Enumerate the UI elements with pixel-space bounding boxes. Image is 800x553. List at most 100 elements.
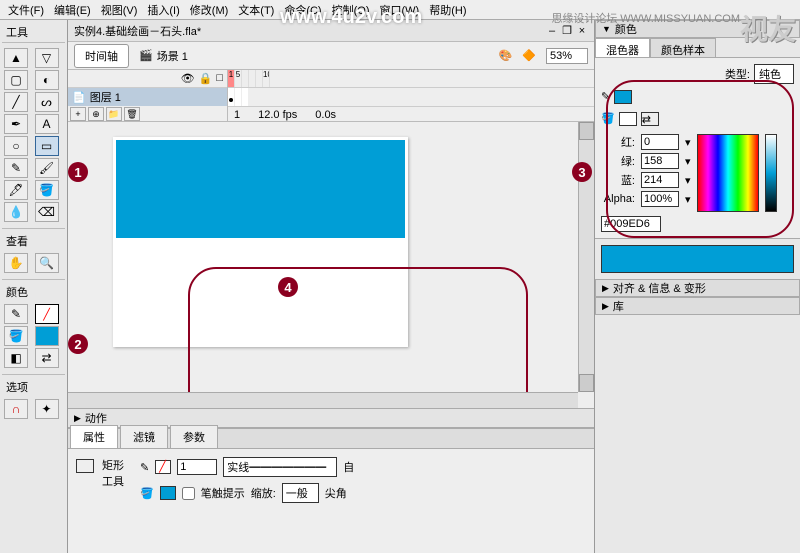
menu-window[interactable]: 窗口(W) — [376, 0, 424, 20]
option2-tool[interactable]: ✦ — [35, 399, 59, 419]
free-transform-tool[interactable]: ▢ — [4, 70, 28, 90]
eye-icon[interactable]: 👁 — [181, 72, 195, 85]
r-label: 红: — [601, 134, 635, 150]
annotation-badge-1: 1 — [68, 162, 88, 182]
stroke-width[interactable] — [177, 459, 217, 475]
color-preview — [601, 245, 794, 273]
expand-icon: ▶ — [74, 413, 81, 424]
tools-title: 工具 — [2, 22, 65, 43]
tools-panel: 工具 ▲ ▽ ▢ ◐ ╱ ᔕ ✒ A ○ ▭ ✎ 🖌 🖋 🪣 💧 ⌫ 查看 ✋ … — [0, 20, 68, 553]
value-slider[interactable] — [765, 134, 777, 212]
scene-icon: 🎬 — [139, 49, 153, 62]
noswap2[interactable]: ⇄ — [641, 112, 659, 126]
menu-text[interactable]: 文本(T) — [234, 0, 278, 20]
align-panel-header[interactable]: ▶对齐 & 信息 & 变形 — [595, 279, 800, 297]
tab-properties[interactable]: 属性 — [70, 425, 118, 448]
tool-label: 工具 — [102, 473, 124, 489]
keyframe[interactable] — [228, 88, 235, 106]
selection-tool[interactable]: ▲ — [4, 48, 28, 68]
scene-selector[interactable]: 🎬场景 1 — [139, 48, 188, 64]
shape-icon — [76, 459, 94, 473]
text-tool[interactable]: A — [35, 114, 59, 134]
menu-help[interactable]: 帮助(H) — [425, 0, 470, 20]
brush-hint-checkbox[interactable] — [182, 487, 195, 500]
hand-tool[interactable]: ✋ — [4, 253, 28, 273]
snap-tool[interactable]: ∩ — [4, 399, 28, 419]
eyedropper-tool[interactable]: 💧 — [4, 202, 28, 222]
menu-edit[interactable]: 编辑(E) — [50, 0, 95, 20]
oval-tool[interactable]: ○ — [4, 136, 28, 156]
fill-sw2[interactable] — [619, 112, 637, 126]
restore-icon[interactable]: ❐ — [561, 25, 573, 37]
add-guide-icon[interactable]: ⊕ — [88, 107, 104, 121]
annotation-badge-2: 2 — [68, 334, 88, 354]
timeline-button[interactable]: 时间轴 — [74, 44, 129, 68]
bucket-icon: 🪣 — [140, 487, 154, 500]
tab-params[interactable]: 参数 — [170, 425, 218, 448]
gradient-tool[interactable]: ◐ — [35, 70, 59, 90]
tab-mixer[interactable]: 混色器 — [595, 38, 650, 57]
zoom-select[interactable]: 53% — [546, 48, 588, 64]
annotation-badge-3: 3 — [572, 162, 592, 182]
options-section: 选项 — [2, 374, 65, 397]
zoom-tool[interactable]: 🔍 — [35, 253, 59, 273]
line-tool[interactable]: ╱ — [4, 92, 28, 112]
stroke-sw2[interactable] — [614, 90, 632, 104]
fill-type-select[interactable]: 纯色 — [754, 64, 794, 84]
fill-swatch[interactable] — [35, 326, 59, 346]
hex-input[interactable] — [601, 216, 661, 232]
scale-select[interactable]: 一般 — [282, 483, 319, 503]
eraser-tool[interactable]: ⌫ — [35, 202, 59, 222]
menu-modify[interactable]: 修改(M) — [186, 0, 233, 20]
noswap-tool[interactable]: ⇄ — [35, 348, 59, 368]
pencil-icon: ✎ — [140, 461, 149, 474]
bw-tool[interactable]: ◧ — [4, 348, 28, 368]
edit-symbol-icon[interactable]: 🔶 — [522, 49, 536, 62]
pencil-tool[interactable]: ✎ — [4, 158, 28, 178]
horizontal-scrollbar[interactable] — [68, 392, 578, 408]
stroke-swatch-prop[interactable]: ╱ — [155, 460, 171, 474]
outline-icon[interactable]: □ — [216, 72, 223, 85]
rectangle-tool[interactable]: ▭ — [35, 136, 59, 156]
shape-name: 矩形 — [102, 457, 124, 473]
alpha-input[interactable] — [641, 191, 679, 207]
lock-icon[interactable]: 🔒 — [199, 72, 213, 85]
brush-tool[interactable]: 🖌 — [35, 158, 59, 178]
g-input[interactable] — [641, 153, 679, 169]
library-panel-header[interactable]: ▶库 — [595, 297, 800, 315]
menu-insert[interactable]: 插入(I) — [143, 0, 183, 20]
stroke-color[interactable]: ✎ — [4, 304, 28, 324]
layer-row[interactable]: 📄图层 1 — [68, 88, 227, 106]
fill-swatch-prop[interactable] — [160, 486, 176, 500]
drawn-rectangle[interactable] — [116, 140, 405, 238]
playhead[interactable]: 1 — [228, 70, 235, 87]
menu-control[interactable]: 控制(O) — [328, 0, 374, 20]
add-folder-icon[interactable]: 📁 — [106, 107, 122, 121]
bucket-tool[interactable]: 🪣 — [35, 180, 59, 200]
menu-command[interactable]: 命令(C) — [280, 0, 325, 20]
menu-view[interactable]: 视图(V) — [97, 0, 142, 20]
r-input[interactable] — [641, 134, 679, 150]
minimize-icon[interactable]: – — [546, 25, 558, 37]
lasso-tool[interactable]: ᔕ — [35, 92, 59, 112]
edit-scene-icon[interactable]: 🎨 — [499, 49, 513, 62]
join-label: 尖角 — [325, 485, 347, 501]
menu-file[interactable]: 文件(F) — [4, 0, 48, 20]
subselect-tool[interactable]: ▽ — [35, 48, 59, 68]
tab-filters[interactable]: 滤镜 — [120, 425, 168, 448]
pen-tool[interactable]: ✒ — [4, 114, 28, 134]
stage-canvas[interactable] — [113, 137, 408, 347]
stroke-style-select[interactable]: 实线━━━━━━━ — [223, 457, 337, 477]
tab-swatches[interactable]: 颜色样本 — [650, 38, 716, 57]
close-icon[interactable]: × — [576, 25, 588, 37]
scale-label: 缩放: — [251, 485, 276, 501]
stage-area[interactable] — [68, 122, 594, 408]
view-section: 查看 — [2, 228, 65, 251]
b-input[interactable] — [641, 172, 679, 188]
color-picker[interactable] — [697, 134, 759, 212]
fill-color[interactable]: 🪣 — [4, 326, 28, 346]
delete-layer-icon[interactable]: 🗑 — [124, 107, 140, 121]
ink-tool[interactable]: 🖋 — [4, 180, 28, 200]
stroke-swatch[interactable]: ╱ — [35, 304, 59, 324]
add-layer-icon[interactable]: + — [70, 107, 86, 121]
